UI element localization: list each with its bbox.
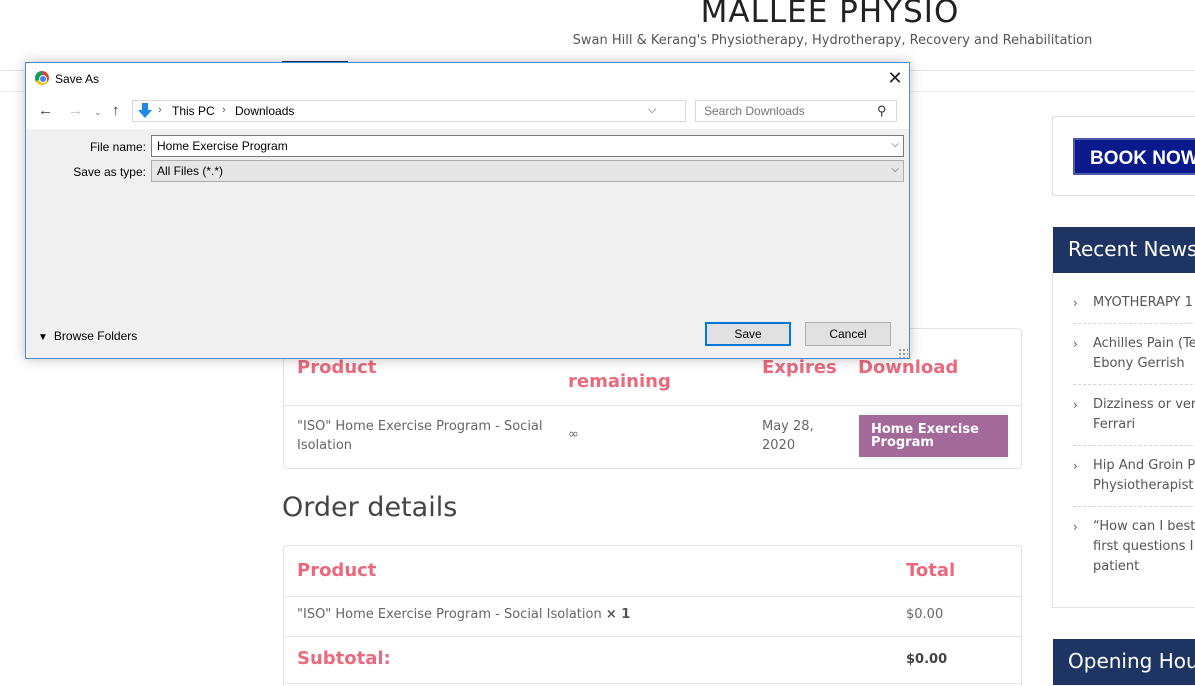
order-item-name[interactable]: "ISO" Home Exercise Program - Social Iso… [297,605,630,624]
chevron-right-icon: › [1073,520,1078,534]
table-divider [284,596,1021,597]
chrome-icon [35,71,49,85]
order-details-table: Product Total "ISO" Home Exercise Progra… [283,545,1022,686]
breadcrumb-downloads[interactable]: Downloads [235,104,294,118]
home-exercise-program-download-button[interactable]: Home Exercise Program [859,415,1008,457]
cancel-button[interactable]: Cancel [805,322,891,346]
forward-arrow-icon[interactable]: → [68,103,83,118]
news-item[interactable]: › Achilles Pain (Te Ebony Gerrish [1073,334,1195,374]
breadcrumb-separator-icon: › [158,104,162,116]
save-as-type-label: Save as type: [73,165,146,179]
browse-folders-toggle[interactable]: ▼ Browse Folders [38,329,137,343]
subtotal-label: Subtotal: [297,648,391,669]
recent-news-list: › MYOTHERAPY 1 › Achilles Pain (Te Ebony… [1052,272,1195,608]
page: MALLEE PHYSIO Swan Hill & Kerang's Physi… [0,0,1195,686]
dialog-title: Save As [55,72,100,86]
site-title[interactable]: MALLEE PHYSIO [660,0,1000,30]
recent-news-title: Recent News [1053,227,1195,273]
breadcrumb-this-pc[interactable]: This PC [172,104,215,118]
download-remaining-value: ∞ [568,427,579,442]
chevron-right-icon: › [1073,398,1078,412]
address-dropdown-icon[interactable]: ⌵ [648,104,656,117]
news-item[interactable]: › Hip And Groin P Physiotherapist [1073,456,1195,496]
news-item[interactable]: › “How can I best first questions I pati… [1073,517,1195,577]
save-button[interactable]: Save [705,322,791,346]
list-divider [1073,323,1195,324]
news-item[interactable]: › MYOTHERAPY 1 [1073,293,1195,313]
chevron-right-icon: › [1073,296,1078,310]
dialog-titlebar[interactable]: Save As ✕ [26,63,909,93]
order-header-total: Total [906,560,956,581]
news-item[interactable]: › Dizziness or vert Ferrari [1073,395,1195,435]
order-item-total: $0.00 [906,607,944,622]
file-name-label: File name: [89,140,146,154]
chevron-right-icon: › [1073,459,1078,473]
subtotal-value: $0.00 [906,652,948,667]
recent-locations-chevron-icon[interactable]: ⌄ [94,105,102,120]
search-downloads-input[interactable] [695,100,897,122]
file-name-value[interactable]: Home Exercise Program [157,139,288,153]
file-name-dropdown-icon[interactable]: ⌵ [891,139,899,150]
file-name-input[interactable]: Home Exercise Program ⌵ [151,135,904,157]
search-icon[interactable]: ⚲ [877,103,887,119]
chevron-down-icon: ▼ [38,332,48,343]
save-as-dialog: Save As ✕ ← → ⌄ ↑ › This PC › Downloads … [25,62,910,359]
opening-hours-title: Opening Hou [1053,639,1195,685]
order-item-qty: × 1 [605,607,631,622]
downloads-folder-icon [138,103,152,118]
dialog-navigation-bar: ← → ⌄ ↑ › This PC › Downloads ⌵ ↻ ⚲ [26,93,909,129]
chevron-right-icon: › [1073,337,1078,351]
order-header-product: Product [297,560,377,581]
downloads-header-remaining: remaining [568,371,671,392]
downloads-header-download: Download [858,357,959,378]
close-icon[interactable]: ✕ [884,67,906,89]
save-as-type-value[interactable]: All Files (*.*) [157,164,223,178]
browse-folders-label[interactable]: Browse Folders [54,329,137,343]
download-product-name: "ISO" Home Exercise Program - Social Iso… [297,419,543,453]
site-tagline: Swan Hill & Kerang's Physiotherapy, Hydr… [572,33,1093,48]
book-now-button[interactable]: BOOK NOW [1073,138,1195,175]
order-item-link[interactable]: "ISO" Home Exercise Program - Social Iso… [297,607,602,622]
table-divider [284,683,1021,684]
list-divider [1073,506,1195,507]
list-divider [1073,384,1195,385]
address-bar[interactable]: › This PC › Downloads ⌵ ↻ [132,100,785,122]
table-divider [284,405,1021,406]
breadcrumb-separator-icon: › [222,104,226,116]
save-as-type-dropdown-icon[interactable]: ⌵ [891,164,899,175]
downloads-header-expires: Expires [762,357,837,378]
downloads-header-product: Product [297,357,377,378]
resize-grip-icon[interactable] [898,348,908,358]
save-as-type-select[interactable]: All Files (*.*) ⌵ [151,160,904,182]
up-arrow-icon[interactable]: ↑ [112,103,120,118]
list-divider [1073,445,1195,446]
download-expires-value: May 28, 2020 [762,419,814,453]
book-now-widget: BOOK NOW [1052,116,1195,196]
order-details-heading: Order details [282,492,458,523]
back-arrow-icon[interactable]: ← [38,103,53,118]
table-divider [284,636,1021,637]
